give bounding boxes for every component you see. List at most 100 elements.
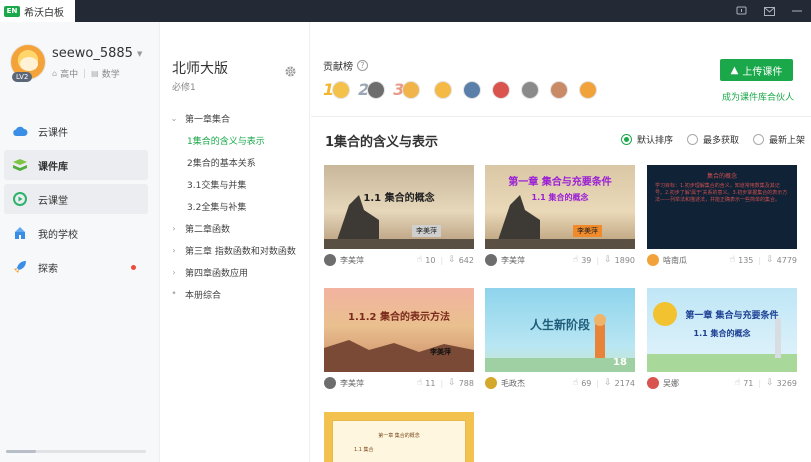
- sidebar-scrollbar[interactable]: [6, 450, 146, 453]
- avatar: [485, 254, 497, 266]
- card-thumbnail[interactable]: 1.1.2 集合的表示方法 李美萍: [324, 288, 474, 372]
- card-meta: 啥南瓜 ☝ 135 | ⇩ 4779: [647, 253, 797, 267]
- card-stats: ☝ 11 | ⇩ 788: [416, 378, 474, 388]
- section-item[interactable]: 3.1交集与并集: [168, 173, 308, 195]
- author-name: 毛政杰: [501, 378, 525, 388]
- app-title: 希沃白板: [24, 7, 64, 19]
- like-icon: ☝: [572, 378, 579, 388]
- divider: [311, 116, 811, 117]
- help-icon[interactable]: ?: [357, 60, 368, 71]
- notification-dot: [131, 265, 136, 270]
- author-name: 李美萍: [501, 255, 525, 265]
- rank-2[interactable]: 2: [358, 80, 386, 99]
- rank-3[interactable]: 3: [393, 80, 421, 99]
- chapter-item[interactable]: › 第四章函数应用: [168, 261, 308, 283]
- courseware-card[interactable]: 第一章 集合的概念 1.1 集合: [324, 412, 474, 462]
- contribution-ranks: 1 2 3: [323, 80, 598, 99]
- card-meta: 李美萍 ☝ 10 | ⇩ 642: [324, 253, 474, 267]
- avatar[interactable]: [579, 80, 598, 99]
- courseware-card[interactable]: 第一章 集合与充要条件 1.1 集合的概念 吴娜 ☝ 71 | ⇩ 3269: [647, 288, 797, 389]
- bullet-icon: •: [171, 289, 177, 299]
- user-profile[interactable]: LV2 seewo_5885 ▼ ⌂ 高中 | ▤ 数学: [10, 42, 155, 102]
- book-title[interactable]: 北师大版: [172, 58, 228, 78]
- section-item[interactable]: 1集合的含义与表示: [168, 129, 308, 151]
- like-icon: ☝: [416, 378, 423, 388]
- card-stats: ☝ 69 | ⇩ 2174: [572, 378, 635, 388]
- chevron-right-icon: ›: [172, 267, 176, 277]
- avatar[interactable]: [550, 80, 569, 99]
- courseware-card[interactable]: 1.1.2 集合的表示方法 李美萍 李美萍 ☝ 11 | ⇩ 788: [324, 288, 474, 389]
- thumbnail-title: 第一章 集合与充要条件: [508, 177, 612, 188]
- author-name: 啥南瓜: [663, 255, 687, 265]
- card-stats: ☝ 135 | ⇩ 4779: [729, 255, 797, 265]
- upload-icon: ▲: [730, 64, 739, 76]
- level-badge: LV2: [12, 72, 33, 82]
- username-text: seewo_5885: [52, 46, 133, 61]
- rank-1[interactable]: 1: [323, 80, 351, 99]
- chapter-item[interactable]: ⌄ 第一章集合: [168, 107, 308, 129]
- username[interactable]: seewo_5885 ▼: [52, 46, 142, 61]
- nav-item-library[interactable]: 课件库: [4, 150, 148, 180]
- nav-item-my-school[interactable]: 我的学校: [4, 218, 148, 248]
- chevron-down-icon: ▼: [136, 49, 143, 58]
- section-item[interactable]: 2集合的基本关系: [168, 151, 308, 173]
- chapter-list: ⌄ 第一章集合 1集合的含义与表示 2集合的基本关系 3.1交集与并集 3.2全…: [168, 107, 308, 305]
- thumbnail-subtitle: 学习目标：1.初步理解集合的含义，知道常用数集及其记号。2.初步了解'属于'关系…: [655, 183, 788, 203]
- card-thumbnail[interactable]: 1.1 集合的概念 李美萍: [324, 165, 474, 249]
- avatar[interactable]: [434, 80, 453, 99]
- minimize-icon[interactable]: [783, 0, 811, 22]
- download-icon: ⇩: [604, 255, 612, 265]
- courseware-card[interactable]: 第一章 集合与充要条件 1.1 集合的概念 李美萍 李美萍 ☝ 39 | ⇩ 189…: [485, 165, 635, 266]
- nav-label: 云课件: [38, 127, 68, 139]
- nav-item-cloud-courseware[interactable]: 云课件: [4, 116, 148, 146]
- like-icon: ☝: [416, 255, 423, 265]
- card-thumbnail[interactable]: 人生新阶段 18: [485, 288, 635, 372]
- book-volume: 必修1: [172, 83, 196, 93]
- mail-icon[interactable]: [755, 0, 783, 22]
- card-thumbnail[interactable]: 第一章 集合的概念 1.1 集合: [324, 412, 474, 462]
- sort-options: 默认排序 最多获取 最新上架: [621, 133, 805, 146]
- chapter-item[interactable]: • 本册综合: [168, 283, 308, 305]
- nav-item-explore[interactable]: 探索: [4, 252, 148, 282]
- avatar: [324, 377, 336, 389]
- download-icon: ⇩: [448, 378, 456, 388]
- title-bar-icons: [727, 0, 811, 22]
- thumbnail-subtitle: 1.1 集合: [354, 447, 374, 453]
- avatar[interactable]: [492, 80, 511, 99]
- subject: 数学: [101, 70, 120, 80]
- avatar[interactable]: [463, 80, 482, 99]
- thumbnail-name-tag: 李美萍: [573, 225, 602, 237]
- thumbnail-subtitle: 1.1 集合的概念: [531, 193, 589, 202]
- card-thumbnail[interactable]: 第一章 集合与充要条件 1.1 集合的概念: [647, 288, 797, 372]
- card-stats: ☝ 10 | ⇩ 642: [416, 255, 474, 265]
- download-icon: ⇩: [766, 255, 774, 265]
- courseware-card[interactable]: 1.1 集合的概念 李美萍 李美萍 ☝ 10 | ⇩ 642: [324, 165, 474, 266]
- feedback-icon[interactable]: [727, 0, 755, 22]
- radio-checked-icon: [621, 134, 632, 145]
- card-thumbnail[interactable]: 集合的概念 学习目标：1.初步理解集合的含义，知道常用数集及其记号。2.初步了解…: [647, 165, 797, 249]
- become-partner-link[interactable]: 成为课件库合伙人: [722, 90, 794, 103]
- radio-icon: [687, 134, 699, 145]
- thumbnail-name-tag: 李美萍: [412, 225, 441, 237]
- nav-label: 云课堂: [38, 195, 68, 207]
- card-thumbnail[interactable]: 第一章 集合与充要条件 1.1 集合的概念 李美萍: [485, 165, 635, 249]
- courseware-card[interactable]: 人生新阶段 18 毛政杰 ☝ 69 | ⇩ 2174: [485, 288, 635, 389]
- chapter-item[interactable]: › 第三章 指数函数和对数函数: [168, 239, 308, 261]
- gear-icon[interactable]: [284, 65, 297, 78]
- thumbnail-title: 集合的概念: [706, 173, 737, 180]
- section-item[interactable]: 3.2全集与补集: [168, 195, 308, 217]
- nav-item-cloud-classroom[interactable]: 云课堂: [4, 184, 148, 214]
- courseware-card[interactable]: 集合的概念 学习目标：1.初步理解集合的含义，知道常用数集及其记号。2.初步了解…: [647, 165, 797, 266]
- avatar: [647, 377, 659, 389]
- sort-newest[interactable]: 最新上架: [753, 133, 805, 146]
- chapter-tree-panel: 北师大版 必修1 ⌄ 第一章集合 1集合的含义与表示 2集合的基本关系 3.1交…: [160, 22, 310, 462]
- chapter-item[interactable]: › 第二章函数: [168, 217, 308, 239]
- app-tab[interactable]: EN 希沃白板: [0, 0, 75, 22]
- avatar[interactable]: [521, 80, 540, 99]
- like-icon: ☝: [734, 378, 741, 388]
- card-stats: ☝ 71 | ⇩ 3269: [734, 378, 797, 388]
- thumbnail-name-tag: 18: [613, 357, 627, 368]
- upload-courseware-button[interactable]: ▲ 上传课件: [720, 59, 793, 81]
- sort-default[interactable]: 默认排序: [621, 133, 673, 146]
- sort-most-acquired[interactable]: 最多获取: [687, 133, 739, 146]
